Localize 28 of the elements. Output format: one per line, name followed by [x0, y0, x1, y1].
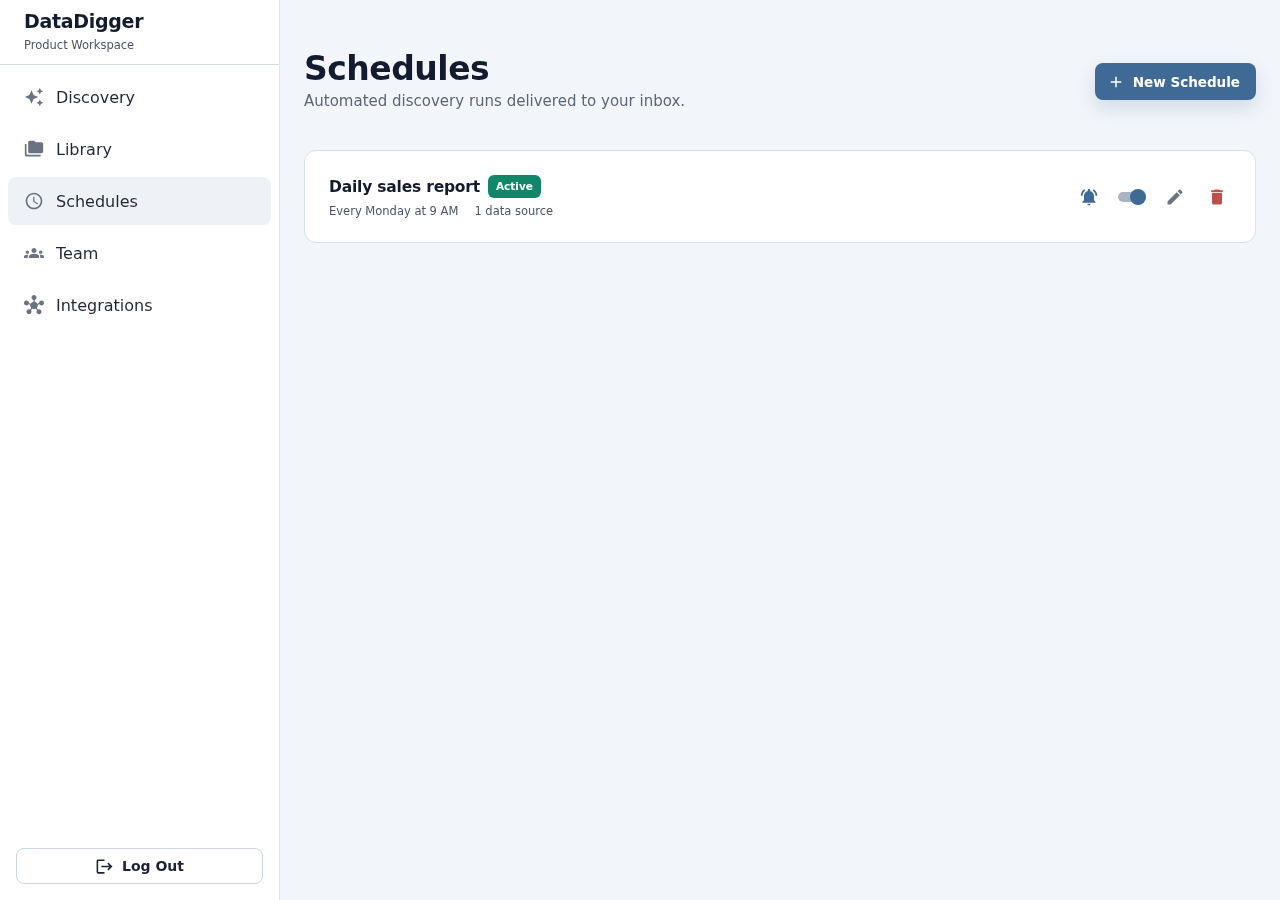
logout-button[interactable]: Log Out — [16, 848, 263, 884]
source-count: 1 data source — [474, 204, 554, 218]
bell-ringing-icon — [1079, 186, 1099, 207]
brand-name: DataDigger — [24, 9, 144, 33]
nav-item[interactable]: Discovery — [8, 73, 271, 121]
schedule-frequency: Every Monday at 9 AM — [329, 204, 459, 218]
logout-icon — [95, 856, 114, 876]
schedule-name: Daily sales report — [329, 177, 480, 196]
nav-item[interactable]: Team — [8, 229, 271, 277]
nav-item[interactable]: Library — [8, 125, 271, 173]
workspace-name: Product Workspace — [24, 37, 135, 53]
enable-toggle[interactable] — [1117, 187, 1147, 206]
nav-item[interactable]: Integrations — [8, 281, 271, 329]
folders-icon — [24, 139, 44, 159]
nav-label: Schedules — [56, 191, 138, 211]
clock-icon — [24, 191, 44, 211]
nav-label: Discovery — [56, 87, 136, 107]
new-schedule-button[interactable]: New Schedule — [1094, 63, 1256, 100]
nav-item[interactable]: Schedules — [8, 177, 271, 225]
nav-label: Integrations — [56, 295, 153, 315]
page-title: Schedules — [304, 48, 490, 90]
nav-label: Team — [56, 243, 99, 263]
pencil-icon — [1165, 186, 1185, 207]
nav-label: Library — [56, 139, 112, 159]
hub-icon — [24, 295, 44, 315]
status-badge: Active — [487, 175, 541, 198]
page-subtitle: Automated discovery runs delivered to your inbox. — [304, 91, 686, 112]
sparkles-icon — [24, 87, 44, 107]
